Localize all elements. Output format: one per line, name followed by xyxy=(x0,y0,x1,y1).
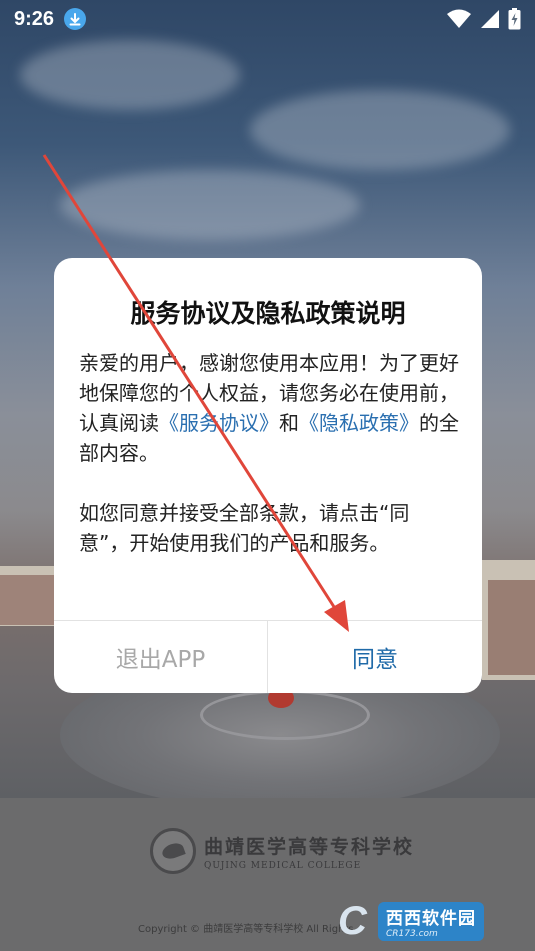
agree-button[interactable]: 同意 xyxy=(268,621,482,693)
status-bar: 9:26 xyxy=(0,0,535,38)
school-emblem-icon xyxy=(150,828,196,874)
wifi-icon xyxy=(447,9,471,28)
cloud xyxy=(60,170,360,240)
cloud xyxy=(20,40,240,110)
exit-app-button[interactable]: 退出APP xyxy=(54,621,267,693)
dialog-text-and: 和 xyxy=(279,411,299,435)
building-left-facade xyxy=(0,575,56,625)
status-time: 9:26 xyxy=(14,7,55,30)
dialog-paragraph-1: 亲爱的用户，感谢您使用本应用！为了更好地保障您的个人权益，请您务必在使用前，认真… xyxy=(79,348,459,468)
dialog-body: 亲爱的用户，感谢您使用本应用！为了更好地保障您的个人权益，请您务必在使用前，认真… xyxy=(79,348,459,558)
school-name-en: QUJING MEDICAL COLLEGE xyxy=(204,860,362,871)
battery-charging-icon xyxy=(508,8,521,30)
watermark-logo-letter: C xyxy=(338,898,367,943)
copyright-text: Copyright © 曲靖医学高等专科学校 All Rights xyxy=(138,924,354,935)
school-logo: 曲靖医学高等专科学校 QUJING MEDICAL COLLEGE xyxy=(150,828,414,874)
download-icon xyxy=(64,8,87,30)
privacy-dialog: 服务协议及隐私政策说明 亲爱的用户，感谢您使用本应用！为了更好地保障您的个人权益… xyxy=(54,258,482,693)
dialog-paragraph-2: 如您同意并接受全部条款，请点击“同意”，开始使用我们的产品和服务。 xyxy=(79,501,410,555)
watermark-cn: 西西软件园 xyxy=(386,908,476,929)
privacy-policy-link[interactable]: 《隐私政策》 xyxy=(299,411,419,435)
school-name-cn: 曲靖医学高等专科学校 xyxy=(204,835,415,858)
signal-icon xyxy=(481,10,499,28)
dialog-title: 服务协议及隐私政策说明 xyxy=(130,299,406,328)
cloud xyxy=(250,90,510,170)
site-watermark: C 西西软件园 CR173.com xyxy=(338,898,516,944)
building-right-facade xyxy=(488,580,535,675)
watermark-en: CR173.com xyxy=(386,928,438,939)
service-agreement-link[interactable]: 《服务协议》 xyxy=(159,411,279,435)
